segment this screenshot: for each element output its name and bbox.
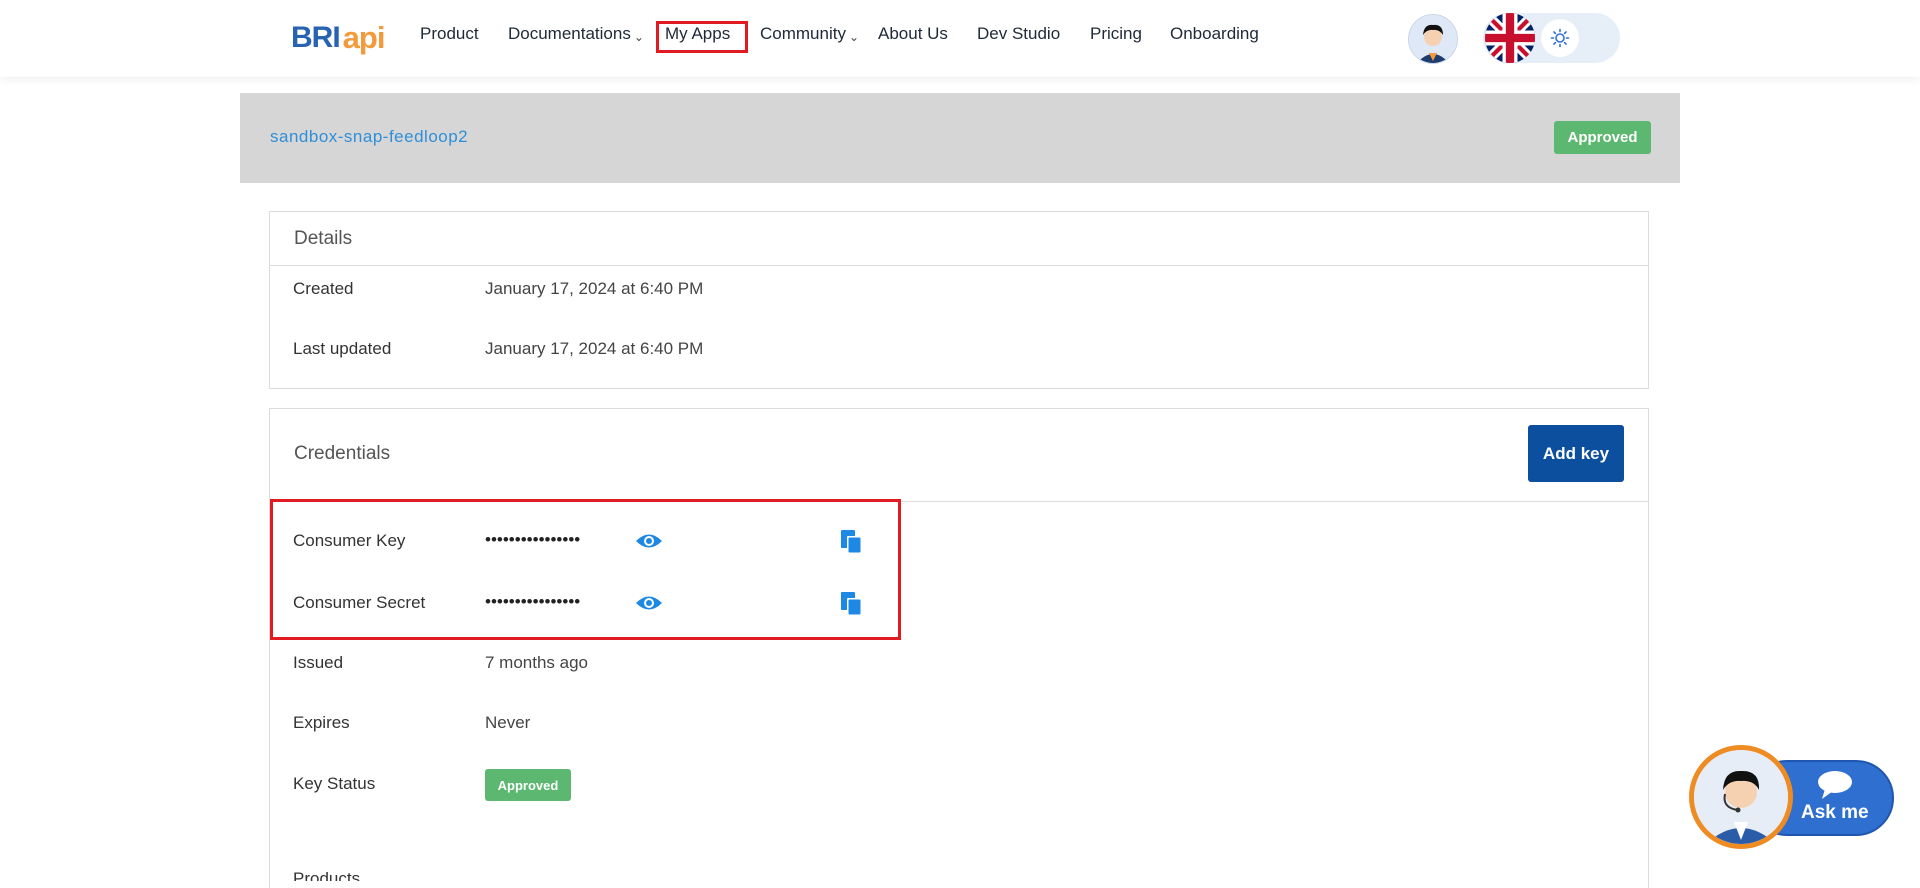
nav-dev-studio[interactable]: Dev Studio	[977, 24, 1060, 44]
nav-product-label: Product	[420, 24, 479, 43]
issued-label: Issued	[293, 653, 344, 672]
chevron-down-icon: ⌄	[633, 30, 644, 44]
uk-flag-icon[interactable]	[1485, 13, 1535, 63]
app-status-badge: Approved	[1554, 121, 1651, 154]
bri-api-logo[interactable]: BRI api	[291, 18, 386, 58]
app-banner: sandbox-snap-feedloop2 Approved	[240, 93, 1680, 183]
my-apps-highlight-box	[656, 21, 748, 53]
created-label: Created	[293, 279, 354, 298]
nav-about-us[interactable]: About Us	[878, 24, 948, 44]
user-avatar-icon[interactable]	[1408, 14, 1458, 64]
credentials-header: Credentials Add key	[270, 409, 1648, 502]
nav-product[interactable]: Product	[420, 24, 479, 44]
nav-dev-studio-label: Dev Studio	[977, 24, 1061, 43]
nav-onboarding[interactable]: Onboarding	[1170, 24, 1259, 44]
details-header: Details	[270, 212, 1648, 266]
assistant-avatar-icon[interactable]	[1689, 745, 1793, 849]
app-name-link[interactable]: sandbox-snap-feedloop2	[270, 127, 468, 147]
chat-bubble-icon	[1818, 771, 1852, 799]
products-label-partial: Products	[293, 869, 361, 881]
ask-me-label: Ask me	[1801, 802, 1869, 823]
expires-label: Expires	[293, 713, 350, 732]
details-panel: Details Created January 17, 2024 at 6:40…	[269, 211, 1649, 389]
ask-me-chat-widget[interactable]: Ask me	[1689, 745, 1895, 849]
logo-api-text: api	[342, 20, 386, 55]
logo-bri-text: BRI	[291, 21, 341, 54]
expires-value: Never	[485, 713, 531, 732]
nav-about-us-label: About Us	[878, 24, 948, 43]
key-status-badge: Approved	[485, 769, 571, 801]
nav-documentations[interactable]: Documentations ⌄	[508, 24, 644, 44]
nav-community[interactable]: Community ⌄	[760, 24, 859, 44]
chevron-down-icon: ⌄	[848, 30, 860, 44]
key-status-label: Key Status	[293, 774, 376, 793]
created-value: January 17, 2024 at 6:40 PM	[485, 279, 704, 298]
sun-icon[interactable]	[1541, 19, 1579, 57]
details-title: Details	[294, 228, 353, 249]
add-key-button[interactable]: Add key	[1528, 425, 1624, 482]
last-updated-value: January 17, 2024 at 6:40 PM	[485, 339, 704, 358]
credentials-panel: Credentials Add key Consumer Key •••••••…	[269, 408, 1649, 888]
nav-pricing-label: Pricing	[1090, 24, 1142, 43]
last-updated-label: Last updated	[293, 339, 392, 358]
top-navbar: BRI api Product Documentations ⌄ My Apps …	[0, 0, 1920, 77]
nav-pricing[interactable]: Pricing	[1090, 24, 1142, 44]
nav-documentations-label: Documentations	[508, 24, 631, 43]
credentials-title: Credentials	[294, 443, 391, 464]
nav-onboarding-label: Onboarding	[1170, 24, 1259, 43]
issued-value: 7 months ago	[485, 653, 589, 672]
credentials-highlight-box	[270, 499, 901, 640]
nav-community-label: Community	[760, 24, 846, 43]
